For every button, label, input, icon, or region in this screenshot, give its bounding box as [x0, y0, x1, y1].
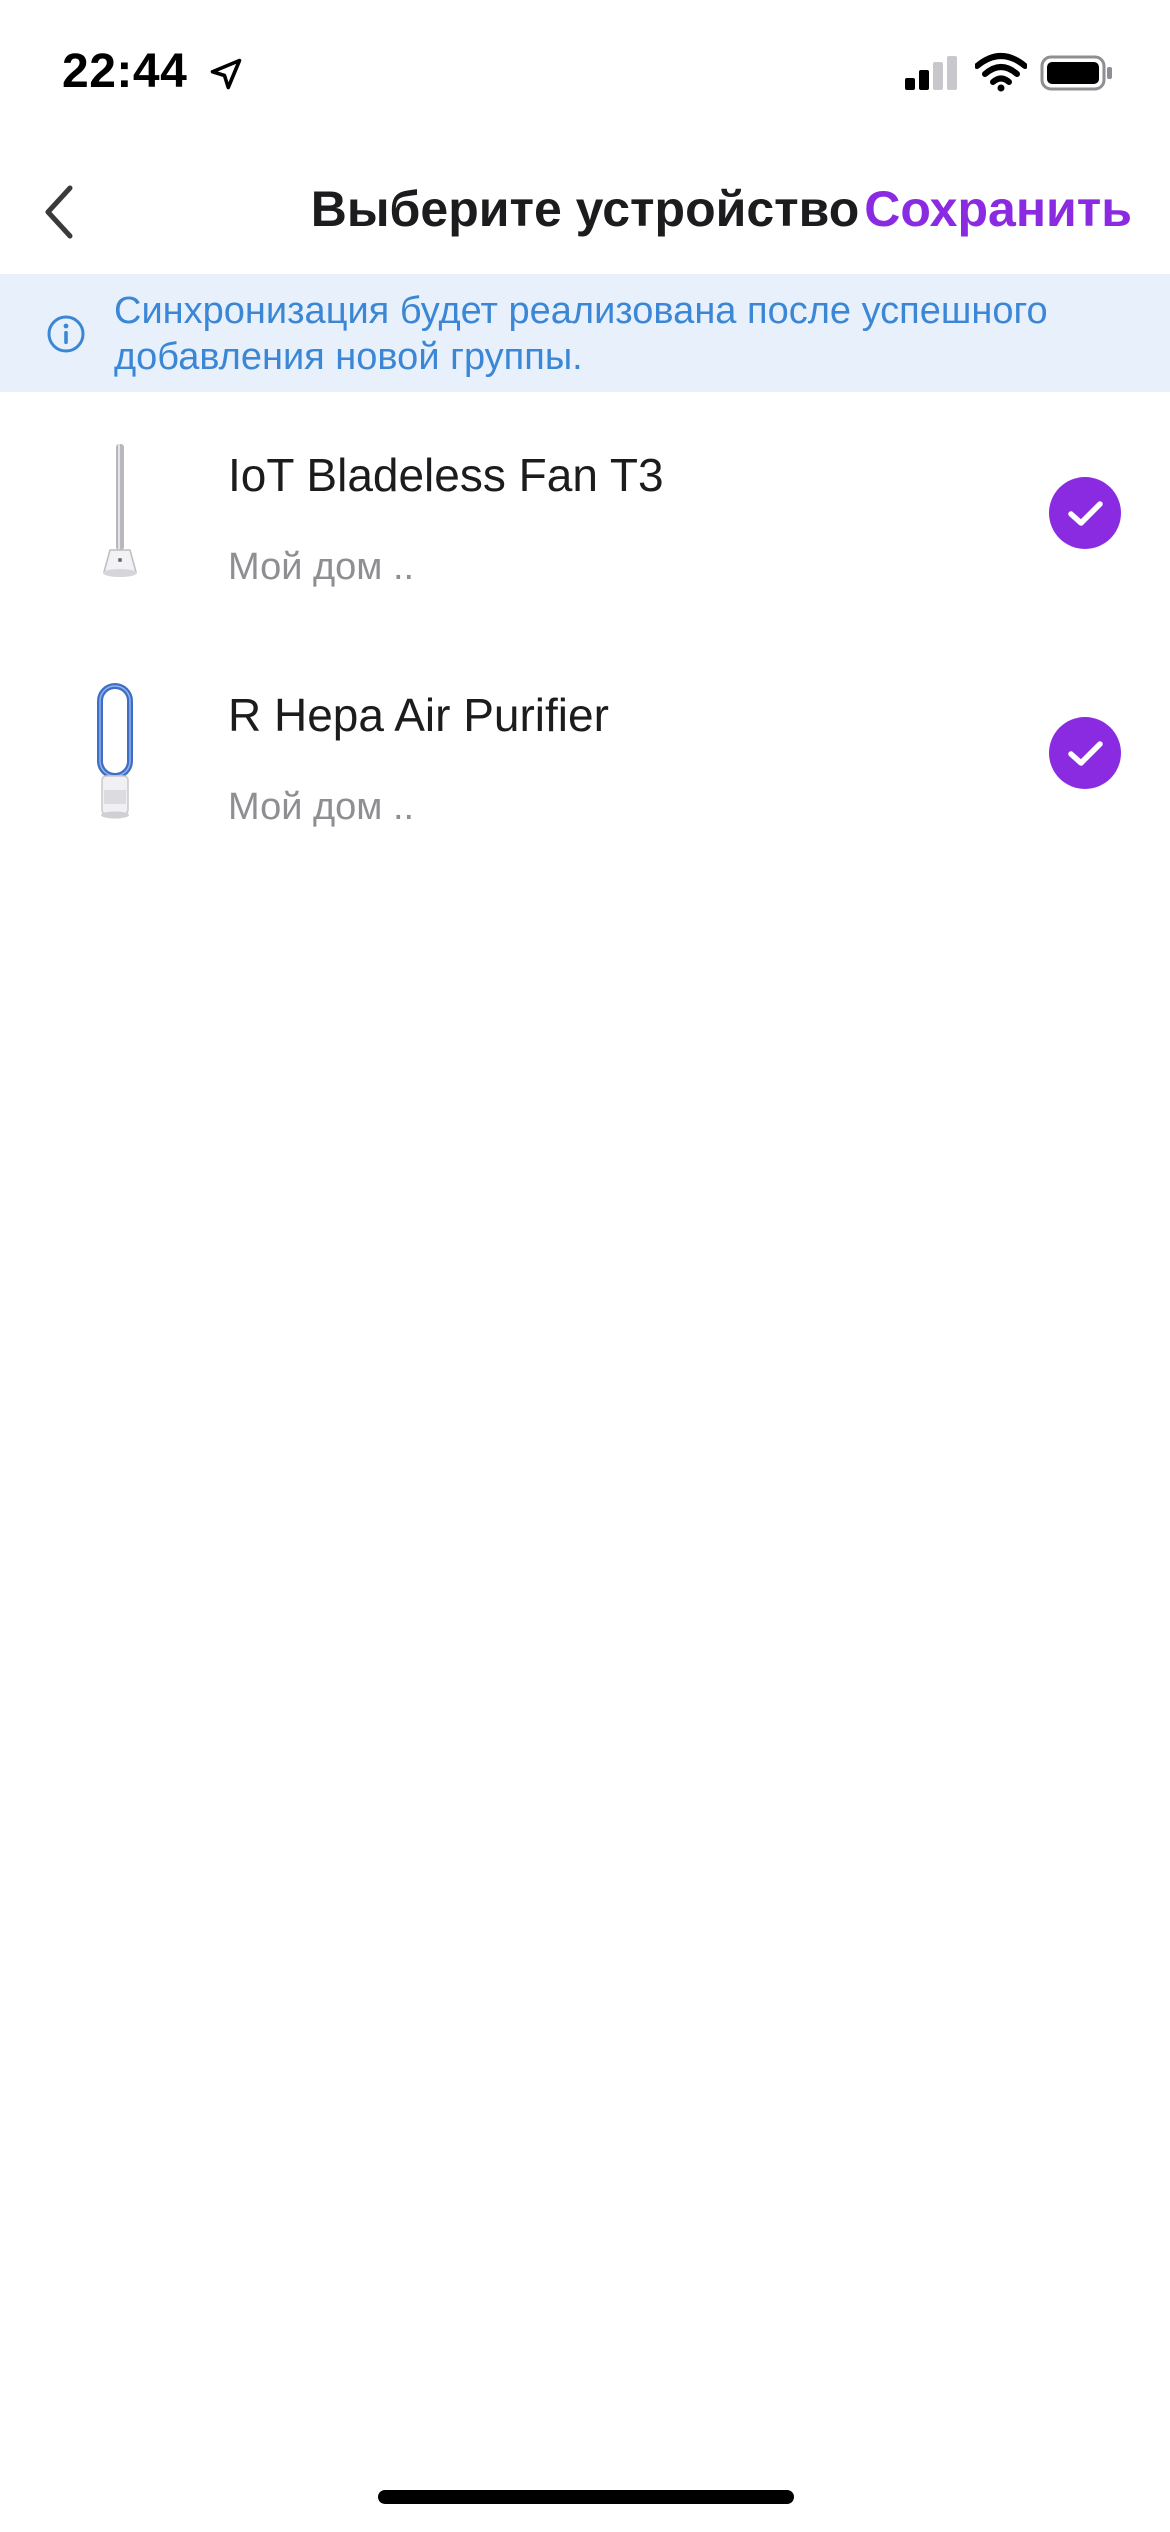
screen: 22:44 Выберите устройство Сохранить Синх… [0, 0, 1170, 2532]
device-location: Мой дом .. [228, 786, 415, 828]
status-bar: 22:44 [0, 0, 1170, 150]
device-name: R Hepa Air Purifier [228, 689, 609, 741]
device-name: IoT Bladeless Fan T3 [228, 449, 664, 501]
bladeless-fan-image [103, 444, 137, 577]
save-button[interactable]: Сохранить [864, 180, 1132, 238]
device-list-item[interactable]: R Hepa Air Purifier Мой дом .. [0, 632, 1170, 872]
checkmark-selected-icon[interactable] [1048, 476, 1122, 550]
air-purifier-image [97, 683, 133, 819]
checkmark-selected-icon[interactable] [1048, 716, 1122, 790]
info-banner: Синхронизация будет реализована после ус… [0, 274, 1170, 392]
device-list-item[interactable]: IoT Bladeless Fan T3 Мой дом .. [0, 392, 1170, 632]
battery-icon [1040, 55, 1112, 91]
cellular-signal-icon [905, 56, 957, 90]
home-indicator[interactable] [378, 2490, 794, 2504]
wifi-icon [975, 53, 1027, 92]
info-icon [47, 315, 85, 353]
status-time: 22:44 [62, 45, 188, 98]
location-arrow-icon [210, 58, 242, 90]
info-banner-text: Синхронизация будет реализована после ус… [114, 290, 1048, 378]
device-list: IoT Bladeless Fan T3 Мой дом .. R Hepa A… [0, 392, 1170, 872]
navigation-bar: Выберите устройство Сохранить [0, 150, 1170, 274]
device-location: Мой дом .. [228, 546, 415, 588]
